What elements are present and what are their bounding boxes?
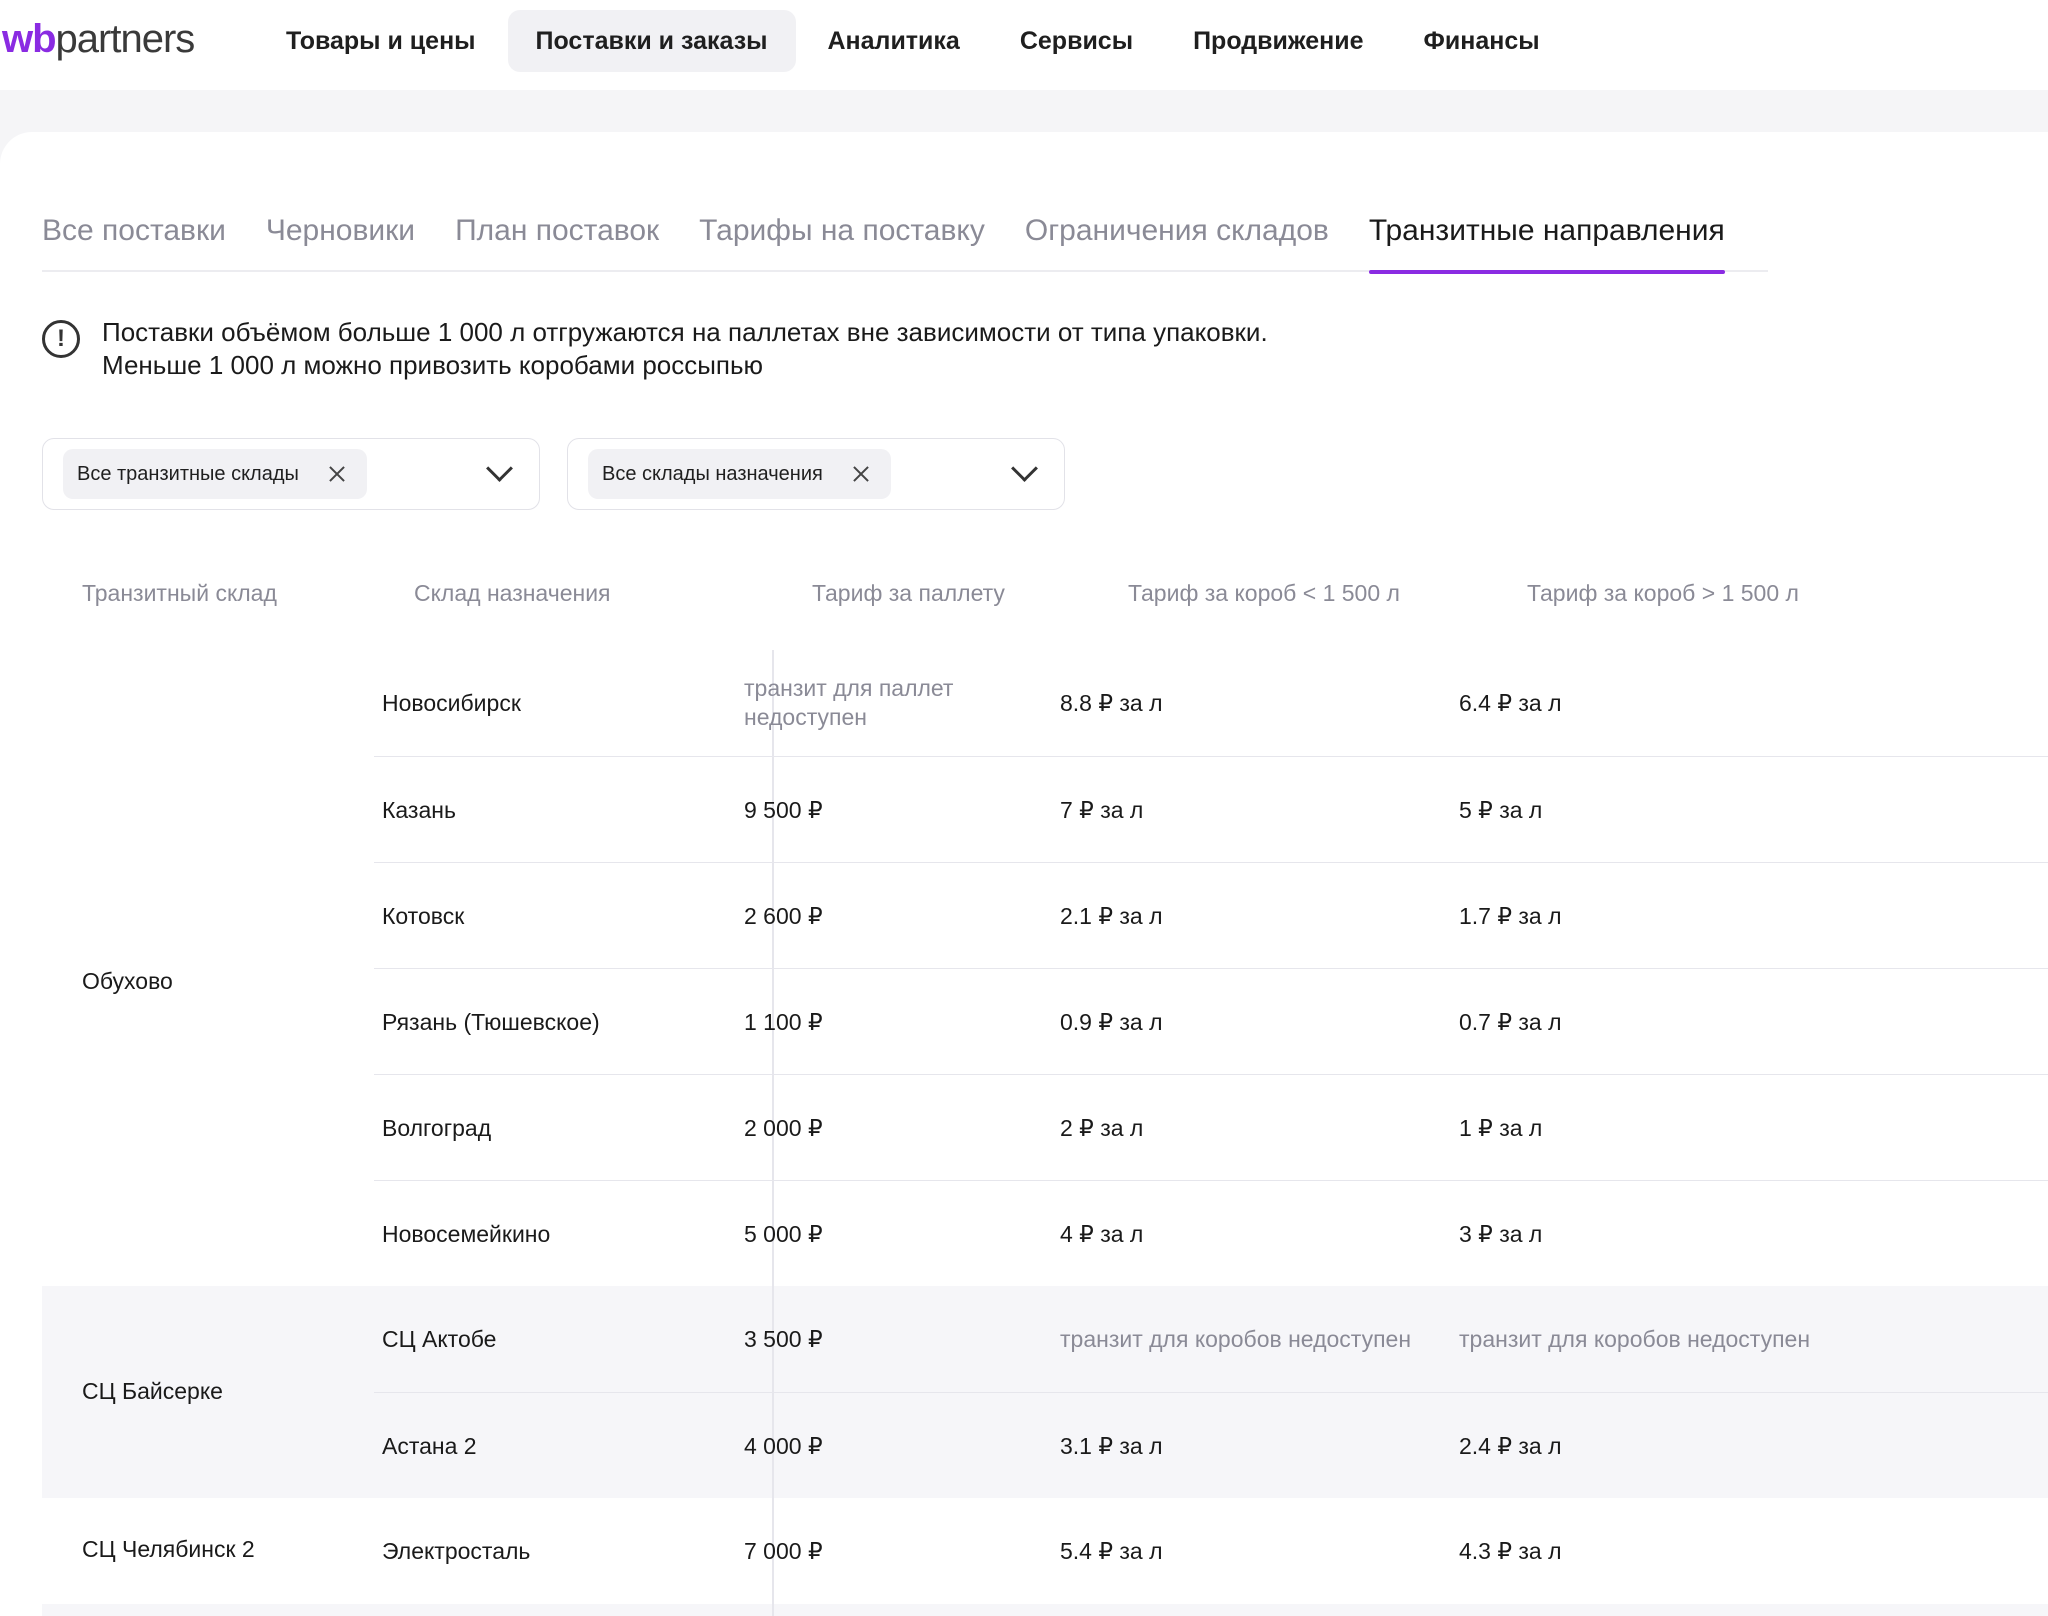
pallet-tariff-cell: 3 500 ₽: [744, 1325, 823, 1352]
supply-tabs: Все поставки Черновики План поставок Тар…: [42, 208, 1768, 274]
nav-item-promotion[interactable]: Продвижение: [1165, 10, 1391, 72]
exclamation-circle-icon: !: [42, 320, 80, 358]
column-divider: [772, 1604, 774, 1616]
notice-text: Поставки объёмом больше 1 000 л отгружаю…: [102, 317, 1268, 380]
destination-cell: Котовск: [382, 902, 465, 929]
transit-warehouse-name: СЦ Челябинск 2: [82, 1536, 255, 1562]
table-row: СЦ Актобе 3 500 ₽ транзит для коробов не…: [374, 1286, 2048, 1392]
transit-warehouse-select[interactable]: Все транзитные склады: [42, 438, 540, 510]
tab-drafts[interactable]: Черновики: [266, 208, 415, 272]
box-small-tariff-cell: 3.1 ₽ за л: [1060, 1432, 1163, 1459]
nav-item-supplies-orders[interactable]: Поставки и заказы: [507, 10, 796, 72]
box-small-tariff-cell: 0.9 ₽ за л: [1060, 1008, 1163, 1035]
tab-warehouse-limits[interactable]: Ограничения складов: [1025, 208, 1329, 272]
box-small-tariff-cell: 4 ₽ за л: [1060, 1220, 1144, 1247]
tab-transit-routes[interactable]: Транзитные направления: [1368, 208, 1725, 274]
destination-cell: Рязань (Тюшевское): [382, 1008, 600, 1035]
next-transit-group: [42, 1604, 2048, 1616]
destination-cell: Астана 2: [382, 1432, 477, 1459]
pallet-tariff-cell: транзит для паллет недоступен: [744, 675, 954, 730]
chevron-down-icon[interactable]: [1012, 461, 1034, 483]
box-small-tariff-cell: 8.8 ₽ за л: [1060, 689, 1163, 716]
main-card: Все поставки Черновики План поставок Тар…: [0, 132, 2048, 1616]
box-large-tariff-cell: 1.7 ₽ за л: [1459, 902, 1562, 929]
nav-item-analytics[interactable]: Аналитика: [800, 10, 988, 72]
main-nav: Товары и цены Поставки и заказы Аналитик…: [258, 10, 1572, 72]
box-small-tariff-cell: 2 ₽ за л: [1060, 1114, 1144, 1141]
box-large-tariff-cell: 4.3 ₽ за л: [1459, 1537, 1562, 1564]
nav-item-services[interactable]: Сервисы: [992, 10, 1161, 72]
transit-warehouse-name: Обухово: [82, 968, 173, 994]
pallet-tariff-cell: 1 100 ₽: [744, 1008, 823, 1035]
transit-group-baiserke: СЦ Байсерке СЦ Актобе 3 500 ₽ транзит дл…: [42, 1286, 2048, 1498]
close-icon[interactable]: [851, 464, 871, 484]
pallet-tariff-cell: 5 000 ₽: [744, 1220, 823, 1247]
pallet-tariff-cell: 4 000 ₽: [744, 1432, 823, 1459]
transit-group-obukhovo: Обухово Новосибирск транзит для паллет н…: [42, 650, 2048, 1286]
destination-cell: Электросталь: [382, 1537, 531, 1564]
box-large-tariff-cell: 5 ₽ за л: [1459, 796, 1543, 823]
pallet-tariff-cell: 9 500 ₽: [744, 796, 823, 823]
table-row: Новосемейкино 5 000 ₽ 4 ₽ за л 3 ₽ за л: [374, 1180, 2048, 1286]
box-large-tariff-cell: 1 ₽ за л: [1459, 1114, 1543, 1141]
box-small-tariff-cell: транзит для коробов недоступен: [1060, 1325, 1412, 1352]
table-header: Транзитный склад Склад назначения Тариф …: [42, 542, 2048, 650]
close-icon[interactable]: [327, 464, 347, 484]
box-small-tariff-cell: 7 ₽ за л: [1060, 796, 1144, 823]
pallet-tariff-cell: 7 000 ₽: [744, 1537, 823, 1564]
pallet-tariff-cell: 2 600 ₽: [744, 902, 823, 929]
box-large-tariff-cell: 6.4 ₽ за л: [1459, 689, 1562, 716]
table-row: Рязань (Тюшевское) 1 100 ₽ 0.9 ₽ за л 0.…: [374, 968, 2048, 1074]
header-destination-warehouse: Склад назначения: [414, 580, 611, 606]
transit-tariffs-table: Транзитный склад Склад назначения Тариф …: [42, 542, 2048, 1616]
transit-filter-chip: Все транзитные склады: [63, 449, 367, 499]
top-bar: wbpartners Товары и цены Поставки и зака…: [0, 0, 2048, 90]
nav-item-goods-prices[interactable]: Товары и цены: [258, 10, 504, 72]
destination-cell: Новосибирск: [382, 689, 521, 716]
tab-all-supplies[interactable]: Все поставки: [42, 208, 226, 272]
table-row: Электросталь 7 000 ₽ 5.4 ₽ за л 4.3 ₽ за…: [374, 1498, 2048, 1604]
header-pallet-tariff: Тариф за паллету: [812, 580, 1005, 606]
destination-cell: СЦ Актобе: [382, 1325, 497, 1352]
destination-cell: Новосемейкино: [382, 1220, 551, 1247]
tab-supply-tariffs[interactable]: Тарифы на поставку: [699, 208, 985, 272]
box-small-tariff-cell: 2.1 ₽ за л: [1060, 902, 1163, 929]
transit-warehouse-name: СЦ Байсерке: [82, 1378, 223, 1404]
table-row: Волгоград 2 000 ₽ 2 ₽ за л 1 ₽ за л: [374, 1074, 2048, 1180]
table-row: Казань 9 500 ₽ 7 ₽ за л 5 ₽ за л: [374, 756, 2048, 862]
header-box-large-tariff: Тариф за короб > 1 500 л: [1527, 580, 1799, 606]
box-large-tariff-cell: 0.7 ₽ за л: [1459, 1008, 1562, 1035]
tab-supply-plan[interactable]: План поставок: [455, 208, 659, 272]
nav-item-finance[interactable]: Финансы: [1396, 10, 1568, 72]
header-transit-warehouse: Транзитный склад: [82, 580, 277, 606]
chevron-down-icon[interactable]: [487, 461, 509, 483]
transit-group-chelyabinsk-2: СЦ Челябинск 2 Электросталь 7 000 ₽ 5.4 …: [42, 1498, 2048, 1604]
destination-cell: Казань: [382, 796, 456, 823]
box-large-tariff-cell: 2.4 ₽ за л: [1459, 1432, 1562, 1459]
pallet-tariff-cell: 2 000 ₽: [744, 1114, 823, 1141]
wbpartners-logo[interactable]: wbpartners: [2, 14, 195, 64]
destination-filter-chip: Все склады назначения: [588, 449, 891, 499]
table-row: Новосибирск транзит для паллет недоступе…: [374, 650, 2048, 756]
table-row: Котовск 2 600 ₽ 2.1 ₽ за л 1.7 ₽ за л: [374, 862, 2048, 968]
box-small-tariff-cell: 5.4 ₽ за л: [1060, 1537, 1163, 1564]
box-large-tariff-cell: 3 ₽ за л: [1459, 1220, 1543, 1247]
box-large-tariff-cell: транзит для коробов недоступен: [1459, 1325, 1811, 1352]
destination-cell: Волгоград: [382, 1114, 492, 1141]
destination-warehouse-select[interactable]: Все склады назначения: [567, 438, 1065, 510]
header-box-small-tariff: Тариф за короб < 1 500 л: [1128, 580, 1400, 606]
table-row: Астана 2 4 000 ₽ 3.1 ₽ за л 2.4 ₽ за л: [374, 1392, 2048, 1498]
